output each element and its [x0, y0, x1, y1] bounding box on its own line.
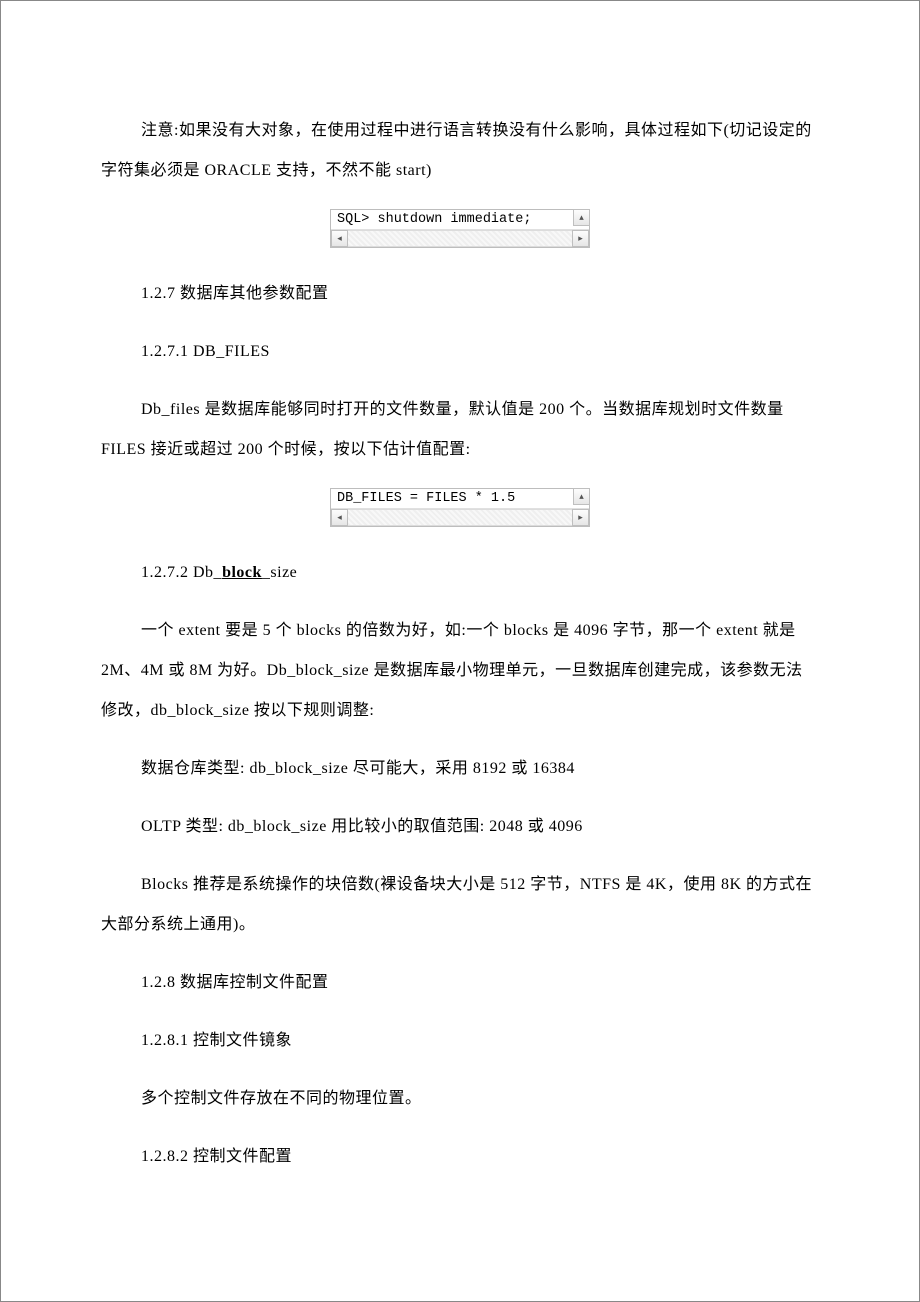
scroll-right-icon[interactable]: ▸: [572, 509, 589, 526]
heading-1-2-7-1: 1.2.7.1 DB_FILES: [101, 332, 819, 372]
paragraph-extent: 一个 extent 要是 5 个 blocks 的倍数为好，如:一个 block…: [101, 611, 819, 731]
paragraph-warehouse: 数据仓库类型: db_block_size 尽可能大，采用 8192 或 163…: [101, 749, 819, 789]
document-page: 注意:如果没有大对象，在使用过程中进行语言转换没有什么影响，具体过程如下(切记设…: [0, 0, 920, 1302]
heading-suffix: _size: [262, 564, 297, 581]
scroll-left-icon[interactable]: ◂: [331, 230, 348, 247]
heading-bold-underline: block: [222, 564, 262, 581]
code-box-2: DB_FILES = FILES * 1.5 ▴ ◂ ▸: [330, 488, 590, 527]
scroll-track[interactable]: [348, 509, 572, 526]
code-box-wrap-2: DB_FILES = FILES * 1.5 ▴ ◂ ▸: [101, 488, 819, 527]
heading-prefix: 1.2.7.2 Db_: [141, 564, 222, 581]
code-box-1: SQL> shutdown immediate; ▴ ◂ ▸: [330, 209, 590, 248]
heading-1-2-7: 1.2.7 数据库其他参数配置: [101, 274, 819, 314]
paragraph-note: 注意:如果没有大对象，在使用过程中进行语言转换没有什么影响，具体过程如下(切记设…: [101, 111, 819, 191]
paragraph-control-mirror: 多个控制文件存放在不同的物理位置。: [101, 1079, 819, 1119]
scroll-left-icon[interactable]: ◂: [331, 509, 348, 526]
code-text-2: DB_FILES = FILES * 1.5: [331, 489, 589, 509]
heading-1-2-8: 1.2.8 数据库控制文件配置: [101, 963, 819, 1003]
h-scrollbar-1: ◂ ▸: [331, 230, 589, 247]
heading-1-2-8-2: 1.2.8.2 控制文件配置: [101, 1137, 819, 1177]
scroll-track[interactable]: [348, 230, 572, 247]
h-scrollbar-2: ◂ ▸: [331, 509, 589, 526]
paragraph-dbfiles: Db_files 是数据库能够同时打开的文件数量，默认值是 200 个。当数据库…: [101, 390, 819, 470]
code-text-1: SQL> shutdown immediate;: [331, 210, 589, 230]
paragraph-oltp: OLTP 类型: db_block_size 用比较小的取值范围: 2048 或…: [101, 807, 819, 847]
heading-1-2-8-1: 1.2.8.1 控制文件镜象: [101, 1021, 819, 1061]
scroll-up-icon[interactable]: ▴: [573, 209, 590, 226]
code-box-wrap-1: SQL> shutdown immediate; ▴ ◂ ▸: [101, 209, 819, 248]
scroll-up-icon[interactable]: ▴: [573, 488, 590, 505]
paragraph-blocks: Blocks 推荐是系统操作的块倍数(裸设备块大小是 512 字节，NTFS 是…: [101, 865, 819, 945]
scroll-right-icon[interactable]: ▸: [572, 230, 589, 247]
heading-1-2-7-2: 1.2.7.2 Db_block_size: [101, 553, 819, 593]
